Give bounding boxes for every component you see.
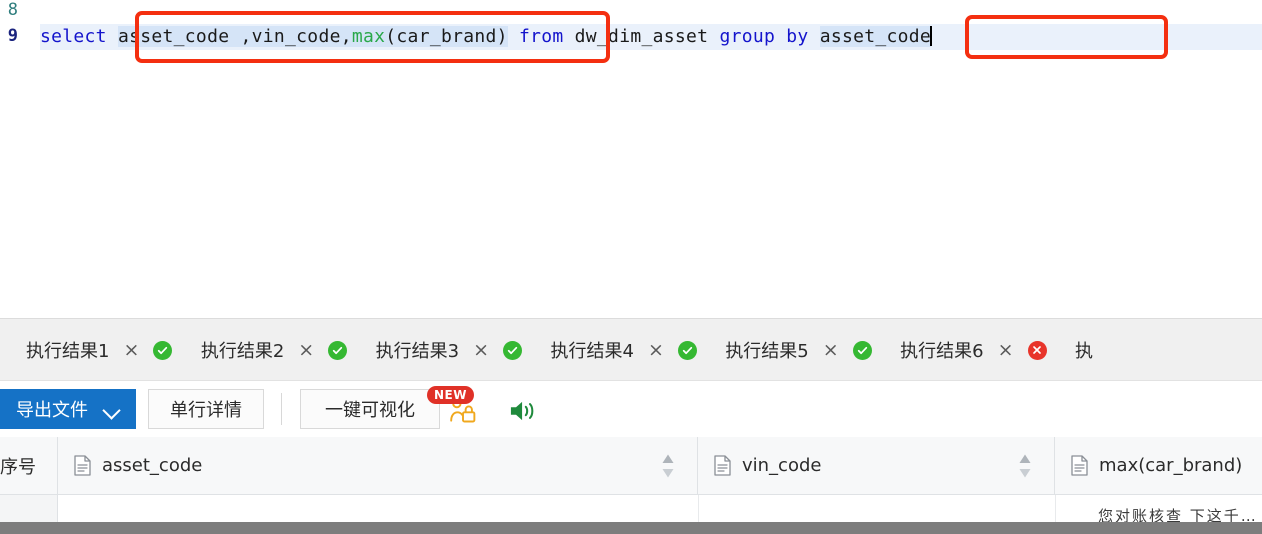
export-file-button[interactable]: 导出文件 bbox=[0, 389, 136, 429]
chevron-down-icon bbox=[104, 404, 120, 414]
result-tab-bar[interactable]: 执行结果1 × 执行结果2 × 执行结果3 × 执行结果4 × 执行结果5 × … bbox=[0, 318, 1262, 380]
table-name: dw_dim_asset bbox=[574, 26, 709, 47]
row-detail-button[interactable]: 单行详情 bbox=[148, 389, 264, 429]
column-header-index-label: 序号 bbox=[0, 456, 36, 478]
space-2 bbox=[508, 26, 519, 47]
space-1 bbox=[107, 26, 118, 47]
column-header-asset-code-label: asset_code bbox=[102, 455, 203, 476]
close-icon[interactable]: × bbox=[648, 340, 664, 360]
speaker-icon[interactable] bbox=[508, 398, 538, 424]
result-tab-3-label: 执行结果3 bbox=[375, 341, 460, 362]
column-header-asset-code[interactable]: asset_code bbox=[58, 437, 698, 494]
result-tab-7-label: 执 bbox=[1074, 341, 1093, 362]
status-error-icon bbox=[1027, 340, 1047, 360]
column-header-index[interactable]: 序号 bbox=[0, 437, 58, 494]
result-tab-5[interactable]: 执行结果5 × bbox=[713, 319, 883, 380]
column-header-max-car-brand[interactable]: max(car_brand) bbox=[1055, 437, 1262, 494]
function-max: max bbox=[351, 26, 386, 47]
sort-arrows-icon[interactable] bbox=[1018, 453, 1032, 479]
line-number-8: 8 bbox=[7, 0, 18, 20]
watermark-text: 您对账核查 下这千… bbox=[1098, 507, 1258, 522]
columns-middle: ,vin_code, bbox=[229, 26, 352, 47]
toolbar-divider bbox=[281, 393, 282, 425]
result-grid: 序号 asset_code vin_code max(car_brand) bbox=[0, 437, 1262, 534]
bottom-bar bbox=[0, 522, 1262, 534]
sql-code-line[interactable]: select asset_code ,vin_code,max(car_bran… bbox=[40, 24, 933, 50]
sql-editor[interactable]: 8 9 select asset_code ,vin_code,max(car_… bbox=[0, 0, 1262, 318]
sort-arrows-icon[interactable] bbox=[661, 453, 675, 479]
export-file-label: 导出文件 bbox=[16, 400, 88, 421]
text-caret bbox=[930, 26, 933, 46]
document-icon bbox=[1071, 455, 1088, 476]
result-tab-6[interactable]: 执行结果6 × bbox=[888, 319, 1058, 380]
result-grid-header: 序号 asset_code vin_code max(car_brand) bbox=[0, 437, 1262, 495]
column-asset-code-selected: asset_code bbox=[117, 26, 230, 47]
result-toolbar: 导出文件 单行详情 一键可视化 bbox=[0, 380, 1262, 437]
keyword-from: from bbox=[518, 26, 564, 47]
keyword-group-by: group by bbox=[719, 26, 809, 47]
result-tab-2-label: 执行结果2 bbox=[200, 341, 285, 362]
result-tab-6-label: 执行结果6 bbox=[900, 341, 984, 362]
result-tab-4-label: 执行结果4 bbox=[550, 341, 634, 362]
column-header-vin-code-label: vin_code bbox=[742, 455, 822, 476]
space-4 bbox=[708, 26, 719, 47]
result-tab-5-label: 执行结果5 bbox=[725, 341, 809, 362]
editor-gutter: 8 9 bbox=[0, 0, 40, 318]
space-3 bbox=[564, 26, 575, 47]
line-number-9: 9 bbox=[7, 26, 18, 46]
status-success-icon bbox=[503, 340, 523, 360]
status-success-icon bbox=[153, 340, 173, 360]
one-click-visualize-label: 一键可视化 bbox=[325, 400, 415, 421]
column-header-max-car-brand-label: max(car_brand) bbox=[1099, 455, 1243, 476]
status-success-icon bbox=[328, 340, 348, 360]
result-tab-1[interactable]: 执行结果1 × bbox=[0, 319, 184, 380]
status-success-icon bbox=[852, 340, 872, 360]
result-tab-2[interactable]: 执行结果2 × bbox=[189, 319, 359, 380]
close-icon[interactable]: × bbox=[123, 340, 139, 360]
status-success-icon bbox=[677, 340, 697, 360]
row-detail-label: 单行详情 bbox=[170, 400, 242, 421]
space-5 bbox=[809, 26, 820, 47]
keyword-select: select bbox=[40, 26, 107, 47]
close-icon[interactable]: × bbox=[298, 340, 314, 360]
max-arguments: (car_brand) bbox=[385, 26, 508, 47]
document-icon bbox=[74, 455, 91, 476]
document-icon bbox=[714, 455, 731, 476]
result-tab-4[interactable]: 执行结果4 × bbox=[538, 319, 708, 380]
group-by-column: asset_code bbox=[819, 26, 932, 47]
close-icon[interactable]: × bbox=[823, 340, 839, 360]
result-tab-1-label: 执行结果1 bbox=[26, 341, 110, 362]
result-tab-7[interactable]: 执 bbox=[1063, 319, 1105, 380]
close-icon[interactable]: × bbox=[998, 340, 1014, 360]
close-icon[interactable]: × bbox=[473, 340, 489, 360]
column-header-vin-code[interactable]: vin_code bbox=[698, 437, 1055, 494]
one-click-visualize-button[interactable]: 一键可视化 bbox=[300, 389, 440, 429]
new-badge: NEW bbox=[427, 386, 474, 404]
sql-workbench: 8 9 select asset_code ,vin_code,max(car_… bbox=[0, 0, 1262, 534]
result-tab-3[interactable]: 执行结果3 × bbox=[364, 319, 534, 380]
